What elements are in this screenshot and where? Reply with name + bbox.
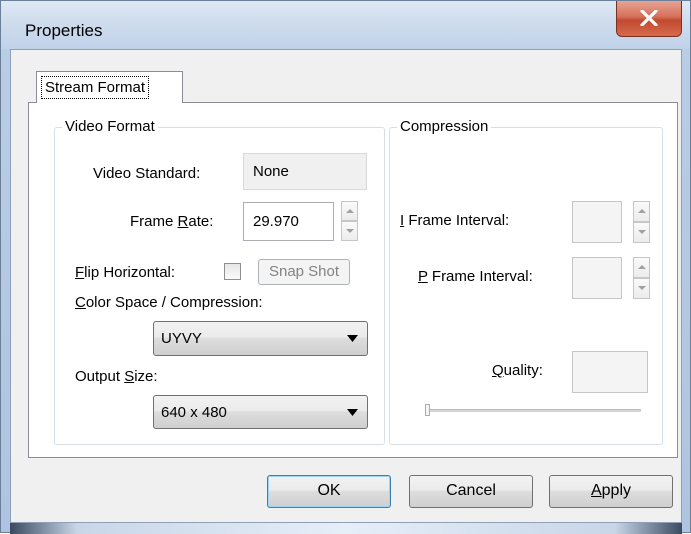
spin-down-icon — [346, 229, 354, 233]
flip-horizontal-label: Flip Horizontal: — [75, 264, 176, 281]
p-frame-interval-input[interactable] — [572, 257, 622, 299]
frame-rate-value: 29.970 — [253, 213, 299, 230]
output-size-value: 640 x 480 — [161, 404, 227, 421]
quality-label: Quality: — [492, 362, 543, 379]
cancel-button[interactable]: Cancel — [409, 475, 533, 508]
apply-button[interactable]: Apply — [549, 475, 673, 508]
i-frame-spin-down[interactable] — [633, 222, 650, 243]
tab-stream-format[interactable]: Stream Format — [36, 71, 183, 103]
i-frame-interval-input[interactable] — [572, 201, 622, 243]
output-size-label: Output Size: — [75, 368, 158, 385]
apply-label: Apply — [590, 482, 632, 499]
i-frame-spin-up[interactable] — [633, 201, 650, 222]
dialog-client-area: Stream Format Video Format Video Standar… — [10, 49, 682, 523]
compression-group-title: Compression — [397, 118, 492, 135]
spin-down-icon — [638, 230, 646, 234]
i-frame-interval-label: I Frame Interval: — [400, 212, 510, 229]
color-space-dropdown[interactable]: UYVY — [153, 321, 368, 356]
output-size-dropdown[interactable]: 640 x 480 — [153, 395, 368, 429]
spin-up-icon — [638, 209, 646, 213]
tab-panel-stream-format: Video Format Video Standard: None Frame … — [28, 102, 678, 458]
p-frame-interval-label: P Frame Interval: — [418, 268, 533, 285]
color-space-value: UYVY — [161, 330, 202, 347]
frame-rate-spin-down[interactable] — [341, 221, 358, 241]
quality-input[interactable] — [572, 351, 648, 393]
quality-slider-track — [425, 409, 641, 412]
title-bar[interactable]: Properties — [1, 1, 690, 49]
spin-up-icon — [638, 265, 646, 269]
ok-button[interactable]: OK — [267, 475, 391, 508]
chevron-down-icon — [347, 335, 358, 342]
snap-shot-label: Snap Shot — [268, 263, 340, 280]
frame-rate-spin-up[interactable] — [341, 201, 358, 221]
spin-down-icon — [638, 286, 646, 290]
properties-dialog: Properties Stream Format Video Format Vi… — [0, 0, 691, 534]
p-frame-spin-down[interactable] — [633, 278, 650, 299]
tab-label: Stream Format — [41, 76, 150, 99]
video-format-group-title: Video Format — [62, 118, 158, 135]
close-button[interactable] — [616, 1, 682, 37]
frame-rate-spinner[interactable] — [341, 201, 358, 241]
snap-shot-button[interactable]: Snap Shot — [258, 259, 350, 285]
video-standard-value: None — [253, 163, 289, 180]
quality-slider[interactable] — [425, 404, 641, 418]
p-frame-interval-spinner[interactable] — [633, 257, 650, 299]
window-title: Properties — [25, 21, 103, 40]
video-standard-label: Video Standard: — [93, 165, 201, 182]
cancel-label: Cancel — [446, 482, 496, 499]
ok-label: OK — [317, 482, 341, 499]
color-space-label: Color Space / Compression: — [75, 294, 263, 311]
frame-rate-label: Frame Rate: — [130, 213, 214, 230]
quality-slider-thumb[interactable] — [425, 404, 430, 416]
video-standard-field: None — [243, 153, 367, 190]
i-frame-interval-spinner[interactable] — [633, 201, 650, 243]
spin-up-icon — [346, 209, 354, 213]
window-bottom-edge — [10, 523, 682, 534]
close-icon — [640, 10, 658, 26]
chevron-down-icon — [347, 409, 358, 416]
p-frame-spin-up[interactable] — [633, 257, 650, 278]
flip-horizontal-checkbox[interactable] — [224, 263, 241, 280]
frame-rate-input[interactable]: 29.970 — [243, 202, 334, 241]
